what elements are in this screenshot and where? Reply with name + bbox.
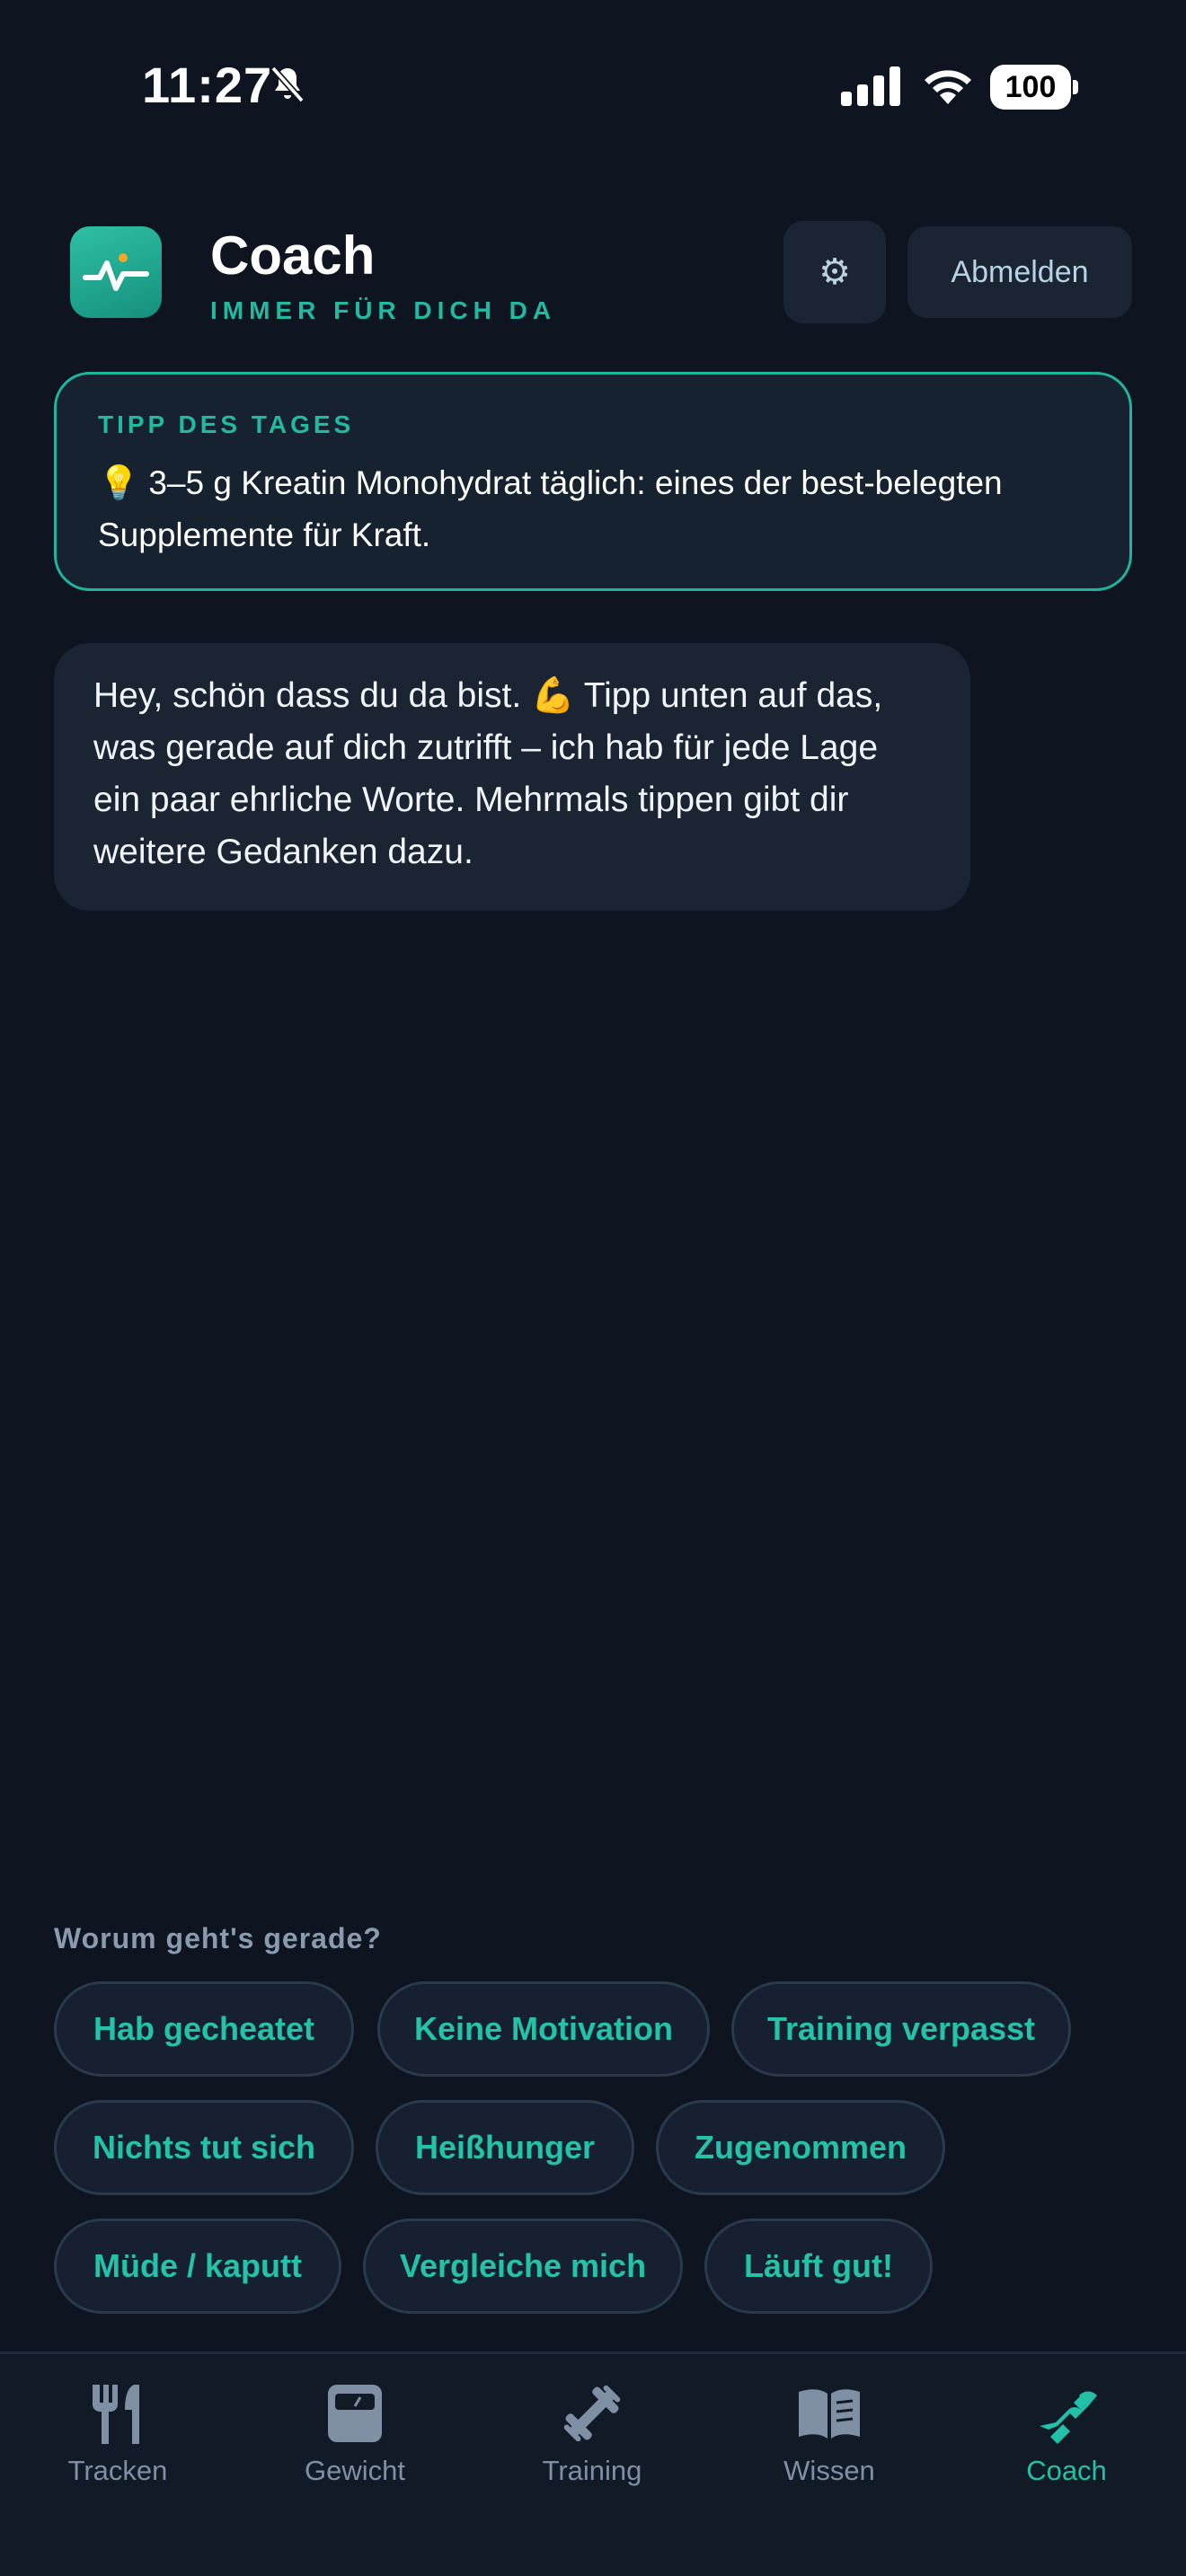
tab-label: Wissen [783, 2455, 875, 2486]
tip-text-line: Supplemente für Kraft. [98, 516, 431, 553]
message-line: weitere Gedanken dazu. [93, 833, 474, 871]
page-title: Coach [210, 225, 376, 286]
status-time: 11:27 [142, 57, 273, 113]
coach-message-text: Hey, schön dass du da bist. 💪 Tipp unten… [93, 670, 931, 878]
tab-coach[interactable]: Coach [968, 2381, 1165, 2487]
quick-reply-chip[interactable]: Müde / kaputt [54, 2219, 341, 2314]
quick-reply-chip[interactable]: Training verpasst [731, 1981, 1071, 2077]
tip-text-line: 💡 3–5 g Kreatin Monohydrat täglich: eine… [98, 464, 1003, 501]
coach-message-bubble: Hey, schön dass du da bist. 💪 Tipp unten… [54, 643, 970, 911]
tip-text: 💡 3–5 g Kreatin Monohydrat täglich: eine… [98, 457, 1090, 561]
tab-gewicht[interactable]: Gewicht [256, 2381, 454, 2487]
book-icon [799, 2389, 860, 2439]
status-bar: 11:27 100 [0, 0, 1186, 171]
settings-button[interactable]: ⚙ [783, 221, 886, 323]
wifi-icon [925, 70, 971, 104]
app-logo-icon [70, 226, 162, 318]
coach-icon [1040, 2391, 1097, 2444]
dumbbell-icon [563, 2385, 621, 2442]
quick-reply-chip[interactable]: Heißhunger [376, 2100, 634, 2195]
scale-icon [328, 2385, 382, 2442]
battery-indicator: 100 [990, 65, 1078, 110]
quick-reply-chip[interactable]: Vergleiche mich [363, 2219, 683, 2314]
tab-tracken[interactable]: Tracken [19, 2381, 217, 2487]
battery-nub [1073, 80, 1078, 94]
bottom-tab-bar: Tracken Gewicht Training Wissen Coach [0, 2351, 1186, 2576]
message-line: Hey, schön dass du da bist. 💪 Tipp unten… [93, 676, 883, 715]
quick-reply-chip[interactable]: Nichts tut sich [54, 2100, 354, 2195]
tab-label: Gewicht [305, 2455, 405, 2486]
coach-screen: 11:27 100 Coach IMMER FÜR DICH DA ⚙ Abme… [0, 0, 1186, 2576]
quick-reply-chip[interactable]: Hab gecheatet [54, 1981, 354, 2077]
tip-label: TIPP DES TAGES [98, 410, 355, 438]
message-line: was gerade auf dich zutrifft – ich hab f… [93, 728, 879, 767]
gear-icon: ⚙ [819, 252, 851, 292]
tab-label: Training [542, 2455, 642, 2486]
battery-level: 100 [990, 65, 1071, 110]
cellular-signal-icon [841, 66, 900, 106]
quick-reply-chip[interactable]: Keine Motivation [377, 1981, 710, 2077]
page-subtitle: IMMER FÜR DICH DA [210, 296, 557, 324]
bell-muted-icon [270, 66, 305, 103]
tab-training[interactable]: Training [493, 2381, 691, 2487]
tab-label: Tracken [67, 2455, 168, 2486]
message-line: ein paar ehrliche Worte. Mehrmals tippen… [93, 781, 849, 819]
logout-button[interactable]: Abmelden [907, 226, 1132, 318]
tab-wissen[interactable]: Wissen [730, 2381, 928, 2487]
quick-reply-chip[interactable]: Zugenommen [656, 2100, 945, 2195]
quick-reply-prompt: Worum geht's gerade? [54, 1922, 382, 1954]
fork-knife-icon [93, 2385, 139, 2444]
quick-reply-chip[interactable]: Läuft gut! [704, 2219, 933, 2314]
tip-of-the-day-card: TIPP DES TAGES 💡 3–5 g Kreatin Monohydra… [54, 372, 1132, 591]
tab-label: Coach [1026, 2455, 1107, 2486]
